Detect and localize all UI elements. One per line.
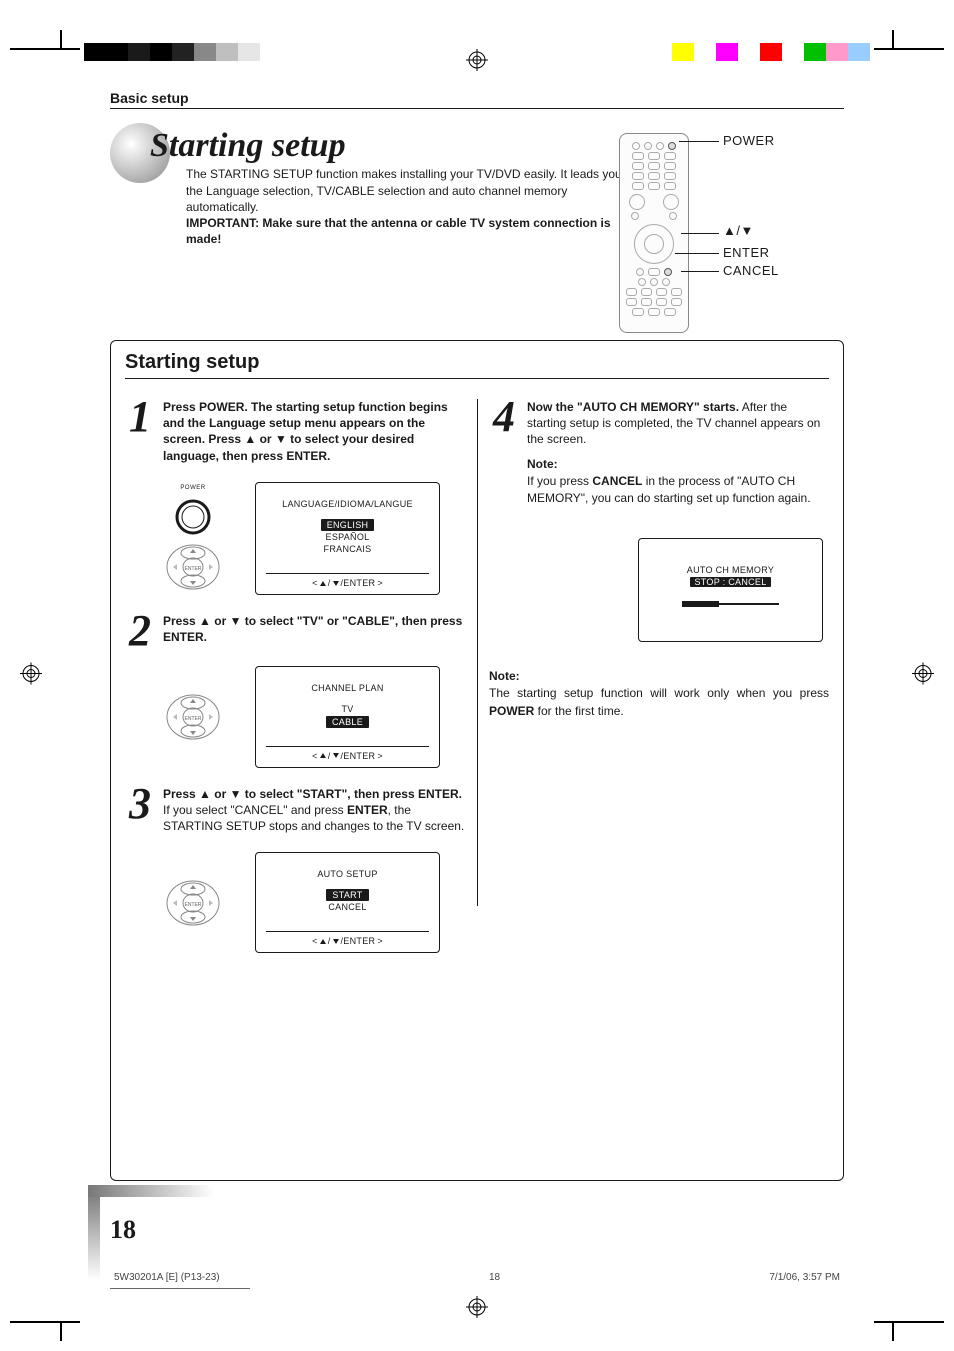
crop-marks-top	[0, 0, 954, 60]
power-button-icon	[173, 497, 213, 537]
osd-list: TV CABLE	[266, 703, 429, 727]
svg-text:ENTER: ENTER	[185, 716, 202, 722]
note-text: The starting setup function will work on…	[489, 686, 829, 717]
down-triangle-icon	[333, 939, 339, 944]
dpad-icon: ENTER	[165, 543, 221, 591]
footer-page: 18	[489, 1272, 500, 1283]
remote-body-icon	[619, 133, 689, 333]
osd-item: ESPAÑOL	[266, 531, 429, 543]
remote-label-power: POWER	[723, 133, 775, 148]
crop-marks-bottom	[0, 1291, 954, 1351]
note-label: Note:	[527, 456, 829, 473]
footer-meta: 5W30201A [E] (P13-23) 18 7/1/06, 3:57 PM	[110, 1272, 844, 1283]
registration-mark-icon	[20, 662, 42, 689]
up-triangle-icon	[320, 939, 326, 944]
color-bar-grayscale	[84, 43, 304, 61]
intro-body: The STARTING SETUP function makes instal…	[186, 167, 622, 213]
procedure-right-column: 4 Now the "AUTO CH MEMORY" starts. After…	[477, 399, 829, 1166]
procedure-title-rule	[125, 378, 829, 379]
registration-mark-icon	[466, 1296, 488, 1318]
svg-text:ENTER: ENTER	[185, 566, 202, 572]
note-text: If you press CANCEL in the process of "A…	[527, 474, 811, 505]
remote-label-enter: ENTER	[723, 245, 770, 260]
up-triangle-icon	[320, 581, 326, 586]
section-header: Basic setup	[110, 90, 844, 109]
step-number: 2	[125, 613, 155, 648]
step-number: 1	[125, 399, 155, 464]
step-lead: Press POWER.	[163, 400, 248, 414]
down-triangle-icon	[333, 581, 339, 586]
footer-date: 7/1/06, 3:57 PM	[769, 1272, 840, 1283]
osd-list: START CANCEL	[266, 889, 429, 913]
svg-text:ENTER: ENTER	[185, 902, 202, 908]
osd-item: CANCEL	[266, 901, 429, 913]
remote-dpad-icon	[634, 224, 674, 264]
remote-illustration: POWER ▲/▼ ENTER CANCEL	[619, 127, 844, 337]
step-number: 3	[125, 786, 155, 835]
osd-hint: <//ENTER>	[266, 573, 429, 588]
step-2: 2 Press ▲ or ▼ to select "TV" or "CABLE"…	[125, 613, 465, 648]
osd-hint: <//ENTER>	[266, 746, 429, 761]
osd-item: FRANCAIS	[266, 543, 429, 555]
osd-panel-channel-plan: CHANNEL PLAN TV CABLE <//ENTER>	[255, 666, 440, 767]
osd-panel-auto-ch-memory: AUTO CH MEMORY STOP : CANCEL	[638, 538, 823, 642]
dpad-icon: ENTER	[165, 879, 221, 927]
step-sub: If you select "CANCEL" and press ENTER, …	[163, 803, 464, 833]
osd-item-selected: ENGLISH	[321, 519, 375, 531]
step-2-figure: ENTER CHANNEL PLAN TV CABLE	[161, 666, 465, 767]
procedure-left-column: 1 Press POWER. The starting setup functi…	[125, 399, 477, 1166]
footer-rule	[110, 1288, 250, 1289]
progress-bar-icon	[682, 601, 780, 607]
footer-file: 5W30201A [E] (P13-23)	[114, 1272, 220, 1283]
power-label: POWER	[180, 485, 205, 491]
dpad-icon: ENTER	[165, 693, 221, 741]
step-lead: Press ▲ or ▼ to select "START", then pre…	[163, 787, 462, 801]
registration-mark-icon	[466, 49, 488, 71]
osd-list: ENGLISH ESPAÑOL FRANCAIS	[266, 519, 429, 555]
remote-label-cancel: CANCEL	[723, 263, 779, 278]
step-3: 3 Press ▲ or ▼ to select "START", then p…	[125, 786, 465, 835]
step-lead: Now the "AUTO CH MEMORY" starts.	[527, 400, 739, 414]
step-number: 4	[489, 399, 519, 508]
osd-title: AUTO CH MEMORY	[649, 565, 812, 575]
section-header-text: Basic setup	[110, 90, 189, 106]
osd-title: AUTO SETUP	[266, 869, 429, 879]
step-3-figure: ENTER AUTO SETUP START CANCEL	[161, 852, 465, 953]
step-4: 4 Now the "AUTO CH MEMORY" starts. After…	[489, 399, 829, 508]
bottom-note: Note: The starting setup function will w…	[489, 668, 829, 720]
intro-important: IMPORTANT: Make sure that the antenna or…	[186, 216, 611, 246]
up-triangle-icon	[320, 753, 326, 758]
osd-panel-auto-setup: AUTO SETUP START CANCEL <//ENTER>	[255, 852, 440, 953]
osd-title: LANGUAGE/IDIOMA/LANGUE	[266, 499, 429, 509]
osd-item-selected: CABLE	[326, 716, 369, 728]
intro-text: The STARTING SETUP function makes instal…	[186, 166, 626, 247]
page-edge-decoration	[88, 1190, 100, 1290]
osd-item-selected: START	[326, 889, 368, 901]
column-divider	[477, 399, 478, 906]
procedure-box: Starting setup 1 Press POWER. The starti…	[110, 340, 844, 1181]
note-label: Note:	[489, 668, 829, 685]
osd-item: TV	[266, 703, 429, 715]
osd-panel-language: LANGUAGE/IDIOMA/LANGUE ENGLISH ESPAÑOL F…	[255, 482, 440, 595]
osd-subtitle: STOP : CANCEL	[690, 577, 770, 587]
remote-label-arrows: ▲/▼	[723, 223, 754, 238]
page-title: Starting setup	[150, 127, 626, 164]
down-triangle-icon	[333, 753, 339, 758]
page-number: 18	[110, 1215, 136, 1245]
osd-hint: <//ENTER>	[266, 931, 429, 946]
step-1-figure: POWER ENTER	[161, 482, 465, 595]
step-1: 1 Press POWER. The starting setup functi…	[125, 399, 465, 464]
procedure-title: Starting setup	[125, 351, 829, 374]
step-lead: Press ▲ or ▼ to select "TV" or "CABLE", …	[163, 614, 462, 644]
osd-title: CHANNEL PLAN	[266, 683, 429, 693]
color-bar-color	[650, 43, 870, 61]
registration-mark-icon	[912, 662, 934, 689]
